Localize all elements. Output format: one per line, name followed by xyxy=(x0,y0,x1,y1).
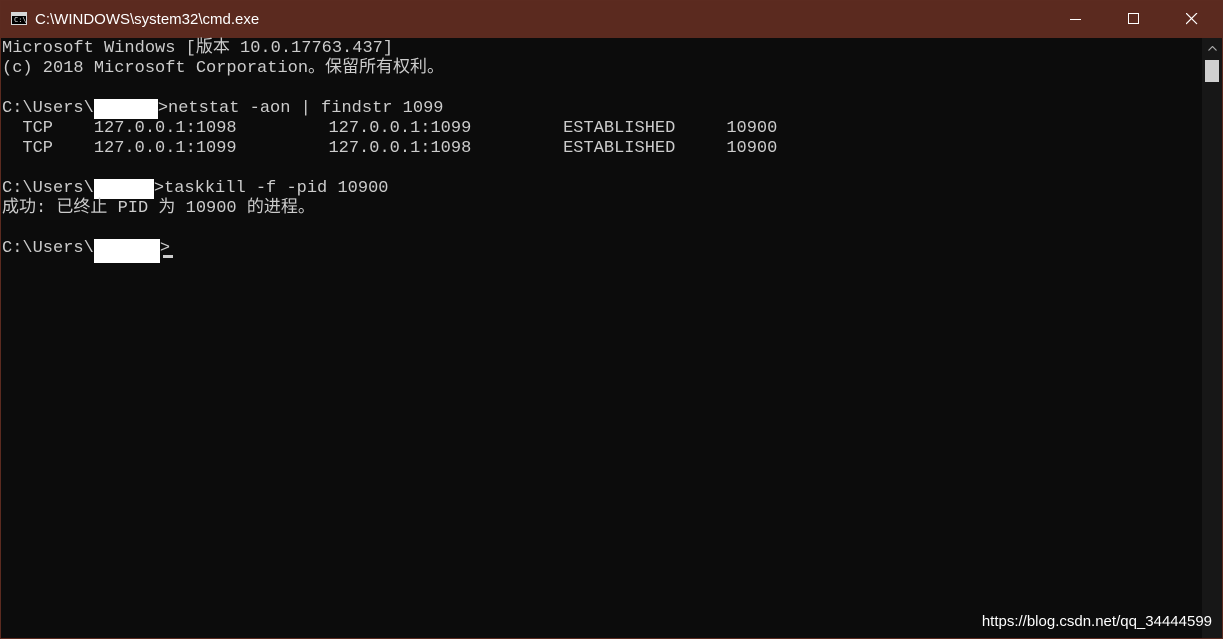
prompt-path: C:\Users\ xyxy=(2,99,94,118)
chevron-up-icon xyxy=(1208,46,1217,51)
prompt-path: C:\Users\ xyxy=(2,179,94,198)
console-line: Microsoft Windows [版本 10.0.17763.437] xyxy=(2,39,394,58)
maximize-icon xyxy=(1128,13,1139,24)
minimize-button[interactable] xyxy=(1047,1,1105,38)
command-netstat: >netstat -aon | findstr 1099 xyxy=(157,99,444,118)
cmd-app-icon[interactable]: C:\ xyxy=(11,12,27,25)
console-line: TCP 127.0.0.1:1099 127.0.0.1:1098 ESTABL… xyxy=(2,139,778,158)
minimize-icon xyxy=(1070,19,1081,20)
console-line: TCP 127.0.0.1:1098 127.0.0.1:1099 ESTABL… xyxy=(2,119,778,138)
console-output[interactable]: Microsoft Windows [版本 10.0.17763.437] (c… xyxy=(1,38,1201,638)
redacted-username xyxy=(93,179,154,199)
text-cursor xyxy=(163,255,173,258)
console-line-prompt: C:\Users\ >netstat -aon | findstr 1099 xyxy=(2,99,443,119)
console-line: (c) 2018 Microsoft Corporation。保留所有权利。 xyxy=(2,59,445,78)
redacted-username xyxy=(93,239,160,263)
console-line-prompt: C:\Users\ >taskkill -f -pid 10900 xyxy=(2,179,388,199)
cmd-window: C:\ C:\WINDOWS\system32\cmd.exe Microsof… xyxy=(0,0,1223,639)
close-button[interactable] xyxy=(1163,1,1221,38)
maximize-button[interactable] xyxy=(1105,1,1163,38)
console-line-prompt: C:\Users\ > xyxy=(2,239,170,263)
command-taskkill: >taskkill -f -pid 10900 xyxy=(153,179,389,198)
cmd-app-icon-text: C:\ xyxy=(14,16,27,24)
vertical-scrollbar[interactable] xyxy=(1202,38,1222,638)
title-bar[interactable]: C:\ C:\WINDOWS\system32\cmd.exe xyxy=(1,1,1222,38)
watermark: https://blog.csdn.net/qq_34444599 xyxy=(981,613,1212,630)
scroll-up-button[interactable] xyxy=(1202,38,1222,58)
window-title: C:\WINDOWS\system32\cmd.exe xyxy=(35,11,260,28)
redacted-username xyxy=(93,99,158,119)
console-line: 成功: 已终止 PID 为 10900 的进程。 xyxy=(2,199,315,218)
scroll-thumb[interactable] xyxy=(1205,60,1219,82)
close-icon xyxy=(1186,13,1198,25)
prompt-path: C:\Users\ xyxy=(2,239,94,258)
